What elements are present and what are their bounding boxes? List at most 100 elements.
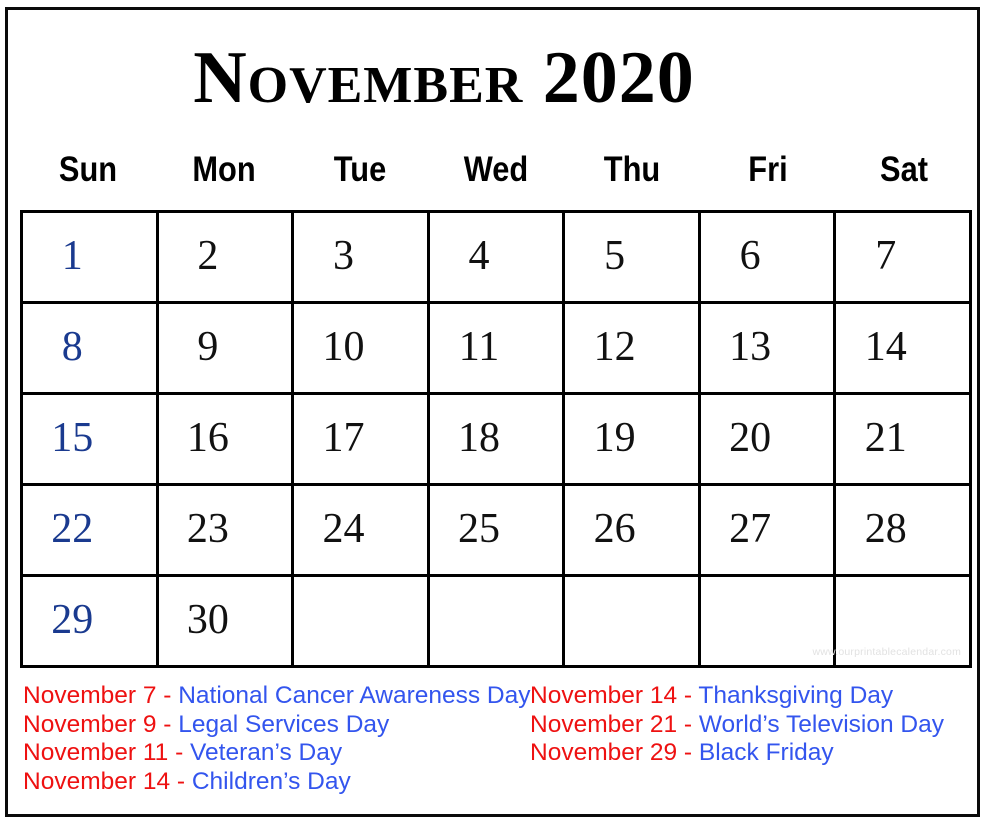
day-number: 19 (593, 415, 636, 462)
calendar-day-cell-empty[interactable] (294, 577, 430, 668)
calendar-day-cell-16[interactable]: 16 (158, 395, 295, 486)
calendar-day-cell-21[interactable]: 21 (836, 395, 973, 486)
calendar-day-cell-19[interactable]: 19 (565, 395, 701, 486)
day-number: 7 (875, 233, 897, 280)
day-number: 27 (729, 506, 772, 553)
day-number: 24 (322, 506, 365, 553)
calendar-day-cell-3[interactable]: 3 (294, 213, 430, 304)
holiday-entry: November 7 - National Cancer Awareness D… (23, 682, 531, 711)
holiday-name: Children’s Day (191, 767, 351, 795)
holiday-column-right: November 14 - Thanksgiving Day November 2… (530, 682, 970, 796)
calendar-day-cell-empty[interactable] (565, 577, 701, 668)
holiday-name: Legal Services Day (178, 710, 390, 738)
calendar-day-cell-5[interactable]: 5 (565, 213, 701, 304)
calendar-week-row: 15 16 17 18 19 20 21 (23, 395, 973, 486)
day-number: 25 (458, 506, 501, 553)
calendar-day-cell-4[interactable]: 4 (429, 213, 566, 304)
holiday-column-left: November 7 - National Cancer Awareness D… (20, 682, 531, 797)
calendar-day-cell-26[interactable]: 26 (565, 486, 701, 577)
calendar-week-row: 8 9 10 11 12 13 14 (23, 304, 973, 395)
day-number: 1 (61, 233, 83, 280)
calendar-day-cell-13[interactable]: 13 (700, 304, 837, 395)
holiday-entry: November 14 - Children’s Day (23, 768, 530, 797)
calendar-day-cell-30[interactable]: 30 (158, 577, 295, 668)
calendar-day-cell-18[interactable]: 18 (429, 395, 566, 486)
day-number: 10 (322, 324, 365, 371)
calendar-day-cell-20[interactable]: 20 (700, 395, 837, 486)
holiday-separator: - (677, 710, 699, 738)
holiday-entry: November 9 - Legal Services Day (23, 711, 530, 740)
holiday-separator: - (170, 767, 192, 795)
holiday-entry: November 21 - World’s Television Day (530, 711, 970, 740)
holiday-separator: - (156, 682, 179, 709)
calendar-day-cell-22[interactable]: 22 (23, 486, 159, 577)
day-number: 14 (864, 324, 907, 371)
calendar-day-cell-14[interactable]: 14 (836, 304, 973, 395)
page-title: November 2020 (193, 37, 695, 119)
holiday-date: November 14 (530, 682, 678, 709)
day-number: 9 (197, 324, 219, 371)
weekday-header-sun: Sun (58, 150, 118, 189)
calendar-day-cell-28[interactable]: 28 (836, 486, 973, 577)
holiday-name: National Cancer Awareness Day (178, 682, 531, 709)
calendar-day-cell-7[interactable]: 7 (836, 213, 973, 304)
day-number: 23 (186, 506, 229, 553)
calendar-day-cell-empty[interactable] (429, 577, 566, 668)
weekday-header-mon: Mon (192, 150, 256, 189)
calendar-day-cell-2[interactable]: 2 (158, 213, 295, 304)
holiday-date: November 21 (530, 710, 678, 738)
calendar-week-row: 1 2 3 4 5 6 7 (23, 213, 973, 304)
day-number: 5 (604, 233, 626, 280)
holiday-legend: November 7 - National Cancer Awareness D… (20, 682, 970, 796)
calendar-page: November 2020 Sun Mon Tue Wed Thu Fri Sat 1234… (0, 0, 986, 825)
holiday-name: Black Friday (698, 739, 834, 766)
day-number: 8 (61, 324, 83, 371)
calendar-grid: 1 2 3 4 5 6 7 8 9 10 11 12 13 14 15 16 17 18 19 20 21 22 23 24 2… (20, 210, 973, 668)
calendar-day-cell-24[interactable]: 24 (294, 486, 430, 577)
day-number: 11 (458, 324, 500, 371)
day-number: 6 (739, 233, 761, 280)
calendar-day-cell-1[interactable]: 1 (23, 213, 159, 304)
weekday-header-wed: Wed (463, 150, 529, 189)
day-number: 12 (593, 324, 636, 371)
calendar-day-cell-6[interactable]: 6 (700, 213, 837, 304)
holiday-separator: - (156, 710, 179, 738)
day-number: 15 (51, 415, 94, 462)
holiday-entry: November 11 - Veteran’s Day (23, 739, 530, 768)
calendar-day-cell-23[interactable]: 23 (158, 486, 295, 577)
holiday-name: Veteran’s Day (190, 739, 343, 766)
calendar-day-cell-10[interactable]: 10 (294, 304, 430, 395)
site-watermark: www.ourprintablecalendar.com (812, 646, 962, 658)
day-number: 17 (322, 415, 365, 462)
calendar-day-cell-8[interactable]: 8 (23, 304, 159, 395)
calendar-day-cell-17[interactable]: 17 (294, 395, 430, 486)
weekday-header-row: Sun Mon Tue Wed Thu Fri Sat (20, 148, 972, 192)
holiday-name: Thanksgiving Day (698, 682, 894, 709)
calendar-day-cell-29[interactable]: 29 (23, 577, 159, 668)
holiday-date: November 7 (23, 682, 157, 709)
calendar-day-cell-empty[interactable]: www.ourprintablecalendar.com (812, 577, 973, 668)
calendar-day-cell-12[interactable]: 12 (565, 304, 701, 395)
holiday-date: November 29 (530, 739, 678, 766)
calendar-day-cell-27[interactable]: 27 (700, 486, 837, 577)
weekday-header-thu: Thu (603, 150, 661, 189)
holiday-name: World’s Television Day (698, 710, 944, 738)
calendar-week-row: 29 30 www.ourprintablecalendar.com (23, 577, 973, 668)
holiday-separator: - (677, 682, 699, 709)
calendar-day-cell-25[interactable]: 25 (429, 486, 566, 577)
day-number: 20 (729, 415, 772, 462)
holiday-date: November 11 (23, 739, 169, 766)
day-number: 21 (864, 415, 907, 462)
holiday-entry: November 14 - Thanksgiving Day (530, 682, 970, 711)
holiday-date: November 14 (23, 767, 171, 795)
day-number: 28 (864, 506, 907, 553)
day-number: 18 (458, 415, 501, 462)
day-number: 13 (729, 324, 772, 371)
holiday-separator: - (677, 739, 699, 766)
weekday-header-sat: Sat (880, 150, 928, 189)
calendar-day-cell-9[interactable]: 9 (158, 304, 295, 395)
calendar-day-cell-15[interactable]: 15 (23, 395, 159, 486)
holiday-date: November 9 (23, 710, 157, 738)
holiday-separator: - (168, 739, 191, 766)
calendar-day-cell-11[interactable]: 11 (429, 304, 566, 395)
